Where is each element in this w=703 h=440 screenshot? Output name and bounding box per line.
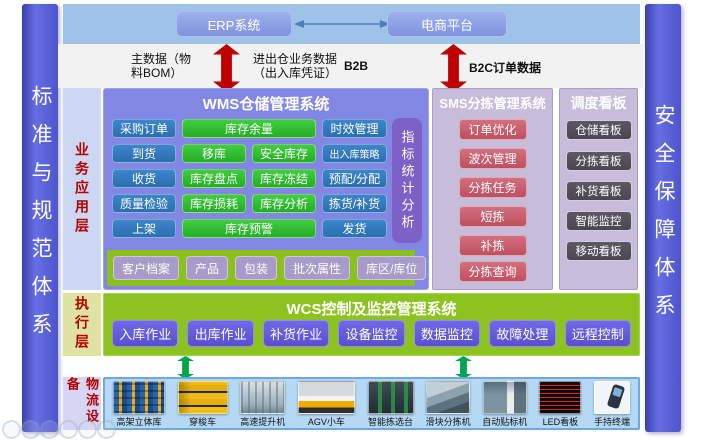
wcs-module: 设备监控 — [338, 320, 404, 347]
business-layer-label: 业务应用层 — [72, 142, 92, 237]
wms-module-grid: 采购订单 库存余量 时效管理 到货 移库 安全库存 出入库策略 收货 库存盘点 … — [112, 119, 387, 238]
wms-module: 库存分析 — [252, 194, 316, 213]
wcs-module: 远程控制 — [565, 320, 631, 347]
wms-module: 库存盘点 — [182, 169, 246, 188]
erp-system-box: ERP系统 — [176, 11, 292, 37]
wms-module: 时效管理 — [322, 119, 387, 138]
dashboard-panel: 调度看板 仓储看板 分拣看板 补货看板 智能监控 移动看板 — [559, 88, 638, 290]
b2c-order-label: B2C订单数据 — [469, 59, 541, 76]
dashboard-title: 调度看板 — [560, 93, 637, 113]
wcs-module: 故障处理 — [489, 320, 555, 347]
wms-module: 采购订单 — [112, 119, 176, 138]
wcs-module: 出库作业 — [187, 320, 253, 347]
standards-pillar: 标准与规范体系 — [22, 4, 58, 432]
equipment-panel: 高架立体库 穿梭车 高速提升机 AGV小车 智能拣选台 滑块分拣机 自动贴标机 — [103, 377, 640, 430]
wcs-module: 补货作业 — [263, 320, 329, 347]
master-data-label: 主数据（物 料BOM） — [131, 52, 191, 80]
wms-module: 安全库存 — [252, 144, 316, 163]
wcs-module: 数据监控 — [414, 320, 480, 347]
equipment-photo-labeler — [483, 381, 527, 414]
equipment-photo-shuttle — [178, 381, 228, 414]
wms-module: 质量检验 — [112, 194, 176, 213]
dashboard-module: 仓储看板 — [566, 120, 632, 140]
base-data-item: 库区/库位 — [357, 256, 426, 280]
sms-module: 订单优化 — [459, 119, 527, 140]
dashboard-module: 智能监控 — [566, 211, 632, 231]
business-layer-strip: 业务应用层 — [63, 88, 101, 290]
wms-module: 预配/分配 — [322, 169, 387, 188]
base-data-item: 产品 — [186, 256, 228, 280]
equipment-photo-hoist — [240, 381, 285, 414]
equipment-photo-agv — [298, 381, 355, 414]
wcs-device-arrow-icon — [455, 356, 472, 379]
wms-title: WMS仓储管理系统 — [104, 93, 428, 114]
wcs-panel: WCS控制及监控管理系统 入库作业 出库作业 补货作业 设备监控 数据监控 故障… — [103, 293, 640, 356]
equipment-photo-asrs — [113, 381, 165, 414]
equipment-item: 手持终端 — [594, 381, 630, 428]
sms-panel: SMS分拣管理系统 订单优化 波次管理 分拣任务 短拣 补拣 分拣查询 — [432, 88, 553, 290]
sms-module: 补拣 — [459, 235, 527, 256]
base-data-item: 批次属性 — [284, 256, 350, 280]
external-systems-band: ERP系统 电商平台 — [63, 4, 640, 44]
equipment-item: LED看板 — [539, 381, 581, 428]
equipment-item: 穿梭车 — [178, 381, 228, 428]
equipment-item: 高架立体库 — [113, 381, 165, 428]
dashboard-module: 补货看板 — [566, 181, 632, 201]
sms-module: 分拣查询 — [459, 261, 527, 282]
wms-module: 上架 — [112, 219, 176, 238]
sms-module: 短拣 — [459, 206, 527, 227]
equipment-item: 滑块分拣机 — [426, 381, 470, 428]
equipment-item: 智能拣选台 — [368, 381, 414, 428]
wcs-device-arrow-icon — [177, 356, 194, 379]
wms-module: 库存余量 — [182, 119, 316, 138]
execution-layer-label: 执行层 — [72, 296, 92, 353]
wms-module: 出入库策略 — [322, 144, 387, 163]
wms-module: 拣货/补货 — [322, 194, 387, 213]
base-data-item: 包装 — [235, 256, 277, 280]
handheld-terminal-icon — [607, 384, 626, 410]
master-data-strip: 客户档案 产品 包装 批次属性 库区/库位 — [107, 250, 415, 286]
wms-module: 库存损耗 — [182, 194, 246, 213]
sms-title: SMS分拣管理系统 — [433, 93, 552, 112]
equipment-item: 高速提升机 — [240, 381, 285, 428]
equipment-photo-picking-station — [368, 381, 414, 414]
wcs-module-row: 入库作业 出库作业 补货作业 设备监控 数据监控 故障处理 远程控制 — [112, 320, 631, 347]
wms-module: 库存冻结 — [252, 169, 316, 188]
wcs-module: 入库作业 — [112, 320, 178, 347]
security-pillar: 安全保障体系 — [645, 4, 681, 432]
dashboard-module: 分拣看板 — [566, 151, 632, 171]
erp-ecom-bidirectional-arrow-icon — [294, 18, 390, 30]
wms-module: 到货 — [112, 144, 176, 163]
security-pillar-label: 安全保障体系 — [648, 104, 678, 332]
wms-module: 发货 — [322, 219, 387, 238]
equipment-photo-led-board — [539, 381, 581, 414]
standards-pillar-label: 标准与规范体系 — [25, 85, 55, 351]
ecommerce-platform-box: 电商平台 — [387, 11, 507, 37]
inout-data-label: 进出仓业务数据 （出入库凭证） — [253, 52, 337, 80]
equipment-photo-handheld — [594, 381, 630, 414]
wms-panel: WMS仓储管理系统 采购订单 库存余量 时效管理 到货 移库 安全库存 出入库策… — [103, 88, 429, 290]
equipment-item: AGV小车 — [298, 381, 355, 428]
equipment-photo-sorter — [426, 381, 470, 414]
wms-architecture-diagram: 标准与规范体系 安全保障体系 ERP系统 电商平台 主数据（物 料BOM） 进出… — [0, 0, 703, 440]
sms-module: 分拣任务 — [459, 177, 527, 198]
kpi-statistics-box: 指标统计分析 — [392, 118, 422, 243]
base-data-item: 客户档案 — [113, 256, 179, 280]
equipment-item: 自动贴标机 — [483, 381, 527, 428]
execution-layer-strip: 执行层 — [63, 293, 101, 356]
sms-module: 波次管理 — [459, 148, 527, 169]
wms-module: 收货 — [112, 169, 176, 188]
dashboard-module: 移动看板 — [566, 241, 632, 261]
wcs-title: WCS控制及监控管理系统 — [104, 298, 639, 319]
wms-module: 移库 — [182, 144, 246, 163]
b2b-label: B2B — [344, 59, 368, 73]
wms-module: 库存预警 — [182, 219, 316, 238]
